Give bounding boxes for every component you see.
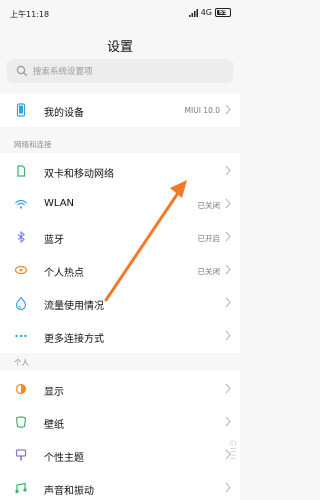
wallpaper-label: 壁纸: [44, 420, 64, 431]
sim-mobile-network-label: 双卡和移动网络: [44, 169, 114, 180]
phone-icon: [16, 103, 26, 117]
wlan-label: WLAN: [44, 198, 75, 209]
section-header-personal: 个人: [14, 358, 29, 367]
chevron-right-icon: [225, 104, 231, 115]
display-row[interactable]: 显示: [0, 373, 240, 406]
hotspot-status: 已关闭: [197, 267, 221, 276]
chevron-right-icon: [225, 165, 231, 176]
hotspot-icon: [14, 265, 28, 275]
sim-mobile-network-row[interactable]: 双卡和移动网络: [0, 155, 240, 188]
sound-vibration-row[interactable]: 声音和振动: [0, 472, 240, 500]
my-device-row[interactable]: 我的设备 MIUI 10.0: [0, 94, 240, 127]
bluetooth-icon: [17, 230, 25, 244]
wifi-icon: [15, 199, 27, 209]
chevron-right-icon: [225, 198, 231, 209]
display-icon: [15, 383, 27, 395]
display-label: 显示: [44, 387, 64, 398]
chevron-right-icon: [225, 330, 231, 341]
theme-row[interactable]: 个性主题: [0, 439, 240, 472]
chevron-right-icon: [225, 297, 231, 308]
chevron-right-icon: [225, 482, 231, 493]
wallpaper-icon: [15, 416, 27, 428]
status-time: 上午11:18: [10, 10, 50, 19]
bluetooth-status: 已开启: [197, 234, 221, 243]
more-connections-icon: [15, 334, 27, 338]
data-usage-label: 流量使用情况: [44, 301, 104, 312]
battery-icon: 69: [215, 8, 231, 17]
theme-icon: [15, 449, 27, 461]
status-bar: 上午11:18 4G 69: [0, 0, 240, 26]
bluetooth-label: 蓝牙: [44, 235, 64, 246]
wlan-status: 已关闭: [197, 201, 221, 210]
status-indicators: 4G 69: [188, 8, 231, 17]
wallpaper-row[interactable]: 壁纸: [0, 406, 240, 439]
hotspot-label: 个人热点: [44, 268, 84, 279]
sound-vibration-label: 声音和振动: [44, 486, 94, 497]
wlan-row[interactable]: WLAN 已关闭: [0, 188, 240, 221]
sound-icon: [15, 482, 27, 494]
chevron-right-icon: [225, 264, 231, 275]
my-device-value: MIUI 10.0: [184, 106, 220, 115]
data-usage-icon: [15, 296, 27, 310]
my-device-label: 我的设备: [44, 108, 84, 119]
page-title: 设置: [106, 40, 133, 55]
theme-label: 个性主题: [44, 453, 84, 464]
search-input[interactable]: 搜索系统设置项: [7, 59, 233, 83]
chevron-right-icon: [225, 231, 231, 242]
network-type: 4G: [200, 8, 212, 17]
hotspot-row[interactable]: 个人热点 已关闭: [0, 254, 240, 287]
search-placeholder: 搜索系统设置项: [33, 67, 93, 77]
chevron-right-icon: [225, 416, 231, 427]
battery-level: 69: [218, 9, 228, 16]
watermark: GIUI: [228, 440, 237, 461]
bluetooth-row[interactable]: 蓝牙 已开启: [0, 221, 240, 254]
sim-card-icon: [17, 165, 26, 177]
data-usage-row[interactable]: 流量使用情况: [0, 287, 240, 320]
more-connections-row[interactable]: 更多连接方式: [0, 320, 240, 353]
section-header-network: 网络和连接: [14, 140, 52, 149]
search-icon: [16, 65, 28, 77]
signal-icon: [188, 8, 198, 17]
more-connections-label: 更多连接方式: [44, 334, 104, 345]
chevron-right-icon: [225, 383, 231, 394]
